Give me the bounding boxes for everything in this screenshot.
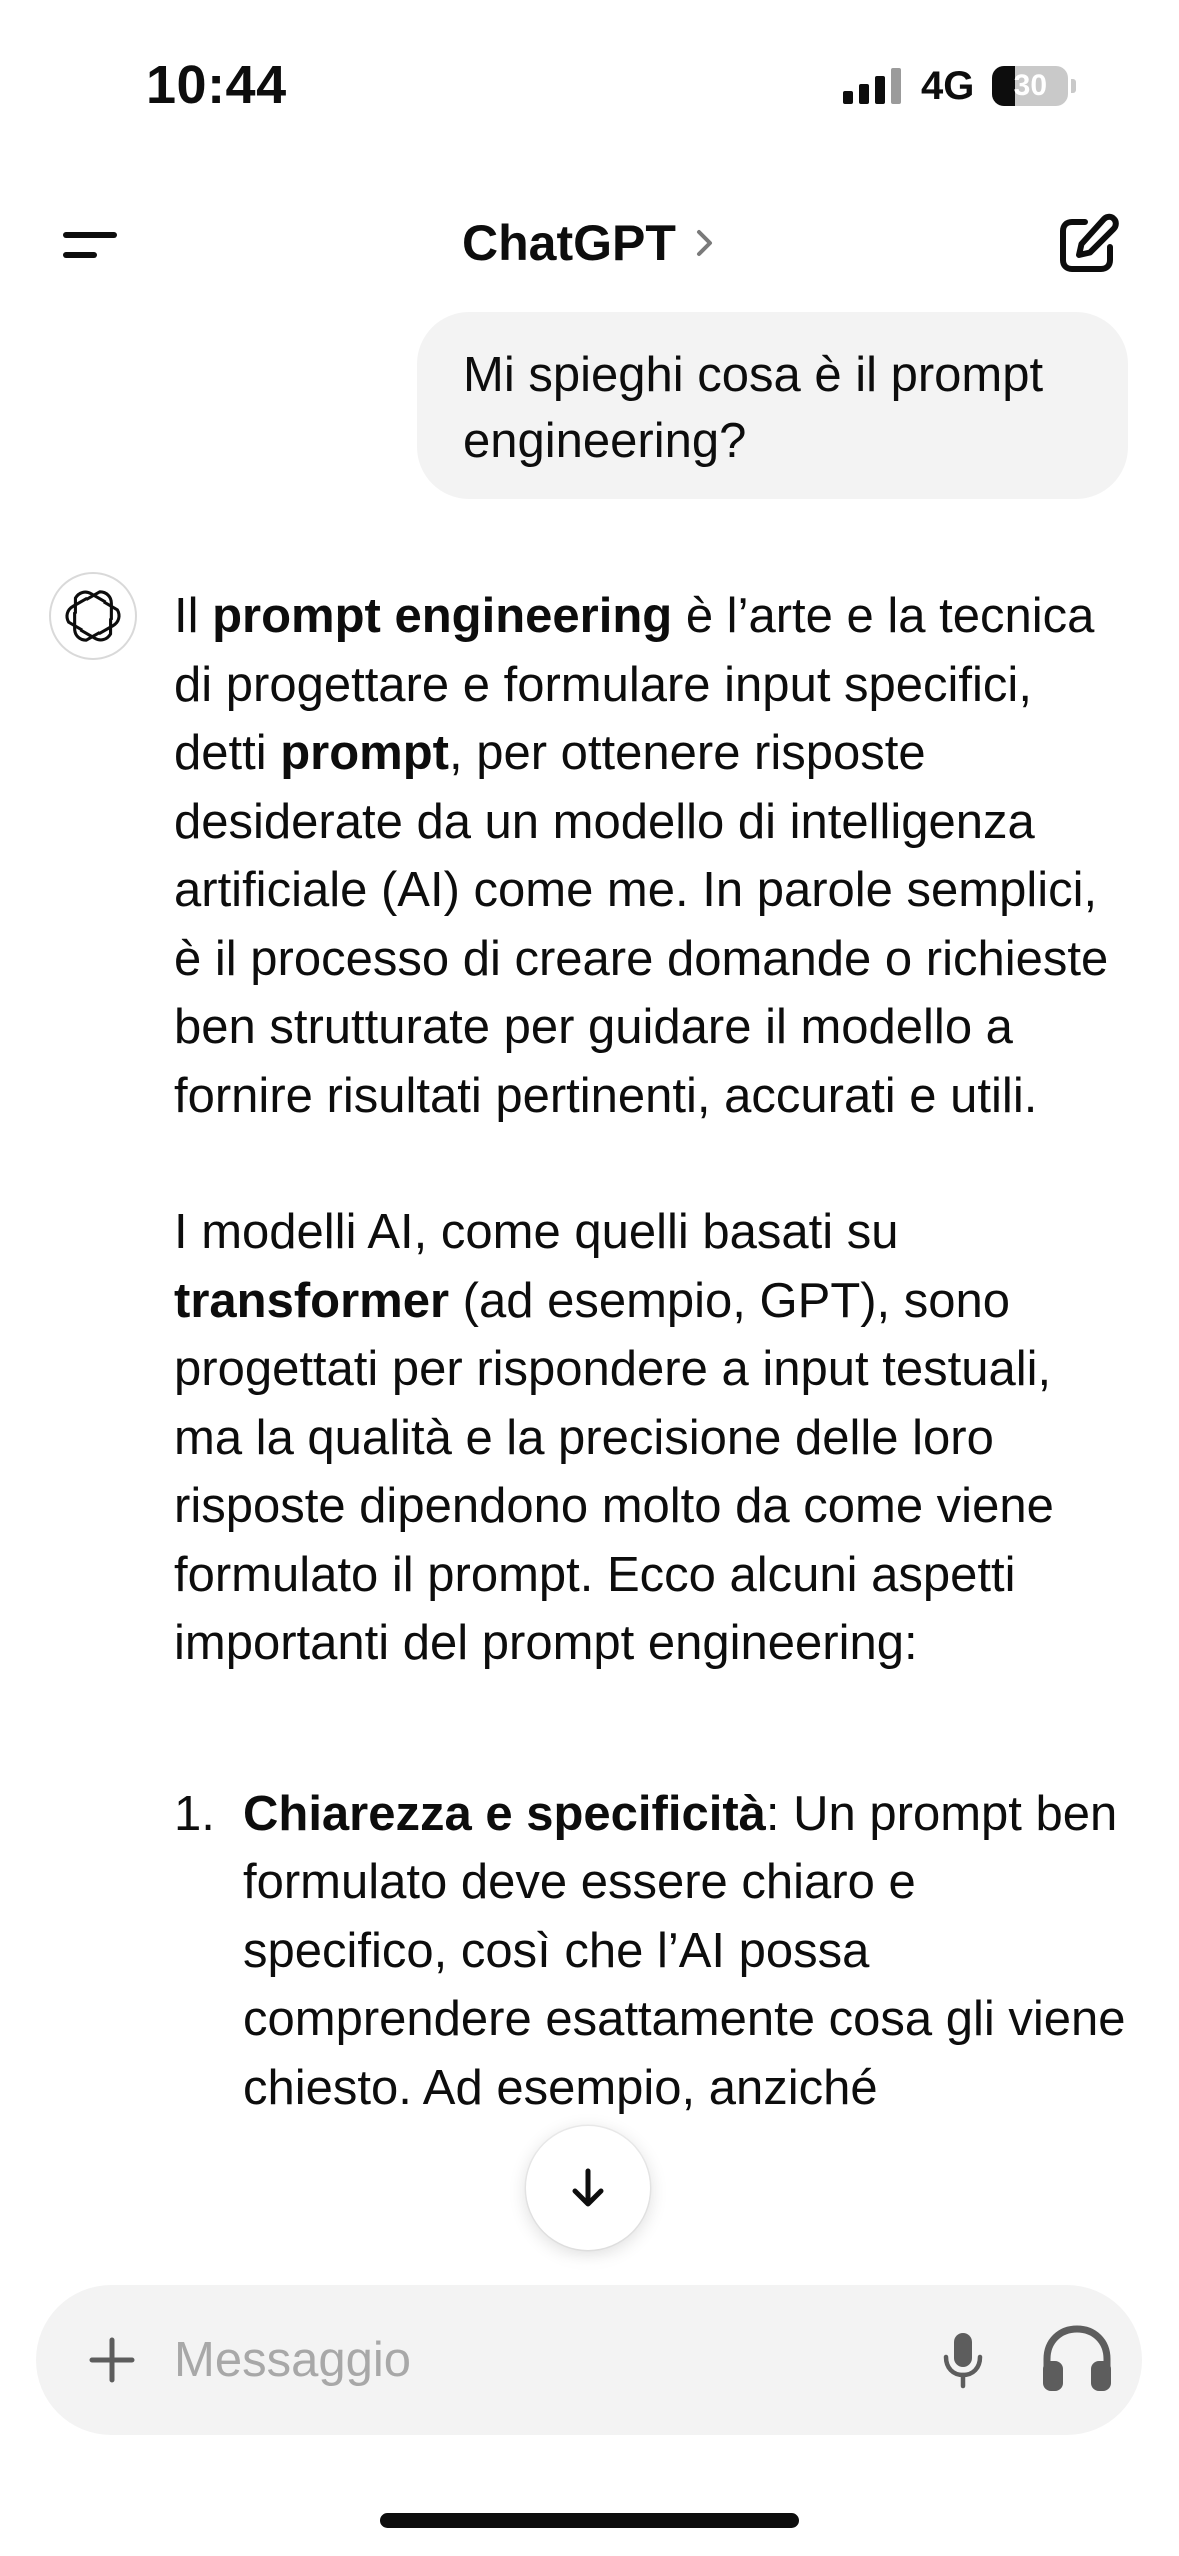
plus-icon: [89, 2337, 135, 2383]
conversation: Mi spieghi cosa è il prompt engineering?…: [0, 300, 1179, 2275]
sidebar-menu-button[interactable]: [55, 214, 125, 274]
battery-tip: [1071, 79, 1077, 93]
assistant-message: Il prompt engineering è l’arte e la tecn…: [174, 582, 1129, 2122]
chatgpt-screen: 10:44 4G 30 ChatGPT Mi spieghi cosa è il…: [0, 0, 1179, 2556]
message-input[interactable]: [174, 2325, 934, 2395]
status-indicators: 4G 30: [843, 63, 1077, 108]
scroll-to-bottom-button[interactable]: [526, 2126, 650, 2250]
voice-mode-button[interactable]: [1033, 2315, 1121, 2403]
chevron-right-icon: [696, 230, 712, 256]
status-time: 10:44: [146, 55, 287, 115]
page-title: ChatGPT: [462, 215, 676, 271]
arrow-down-icon: [572, 2168, 604, 2207]
user-message-bubble[interactable]: Mi spieghi cosa è il prompt engineering?: [417, 312, 1128, 499]
assistant-paragraph-1: Il prompt engineering è l’arte e la tecn…: [174, 589, 1109, 1123]
assistant-avatar: [49, 572, 137, 660]
user-message-text: Mi spieghi cosa è il prompt engineering?: [463, 348, 1044, 468]
microphone-icon: [943, 2333, 983, 2389]
list-item-number: 1.: [174, 1786, 215, 1841]
battery-icon: 30: [992, 66, 1069, 106]
list-item-heading: Chiarezza e specificità: [243, 1786, 766, 1841]
list-item: 1. Chiarezza e specificità: Un prompt ben…: [174, 1780, 1129, 2123]
battery-level: 30: [1013, 69, 1048, 102]
dictation-button[interactable]: [926, 2323, 1000, 2397]
compose-icon: [1060, 213, 1119, 272]
status-bar: 10:44 4G 30: [0, 0, 1179, 175]
cellular-signal-icon: [843, 68, 901, 104]
headphones-icon: [1043, 2325, 1111, 2391]
model-selector-button[interactable]: ChatGPT: [462, 208, 720, 278]
app-header: ChatGPT: [0, 190, 1179, 300]
openai-logo-icon: [65, 590, 121, 642]
message-composer: [0, 2255, 1179, 2435]
network-type: 4G: [921, 63, 975, 108]
menu-icon: [63, 232, 117, 238]
assistant-paragraph-2: I modelli AI, come quelli basati su tran…: [174, 1205, 1054, 1670]
attach-button[interactable]: [80, 2328, 144, 2392]
new-chat-button[interactable]: [1052, 210, 1122, 280]
home-indicator[interactable]: [380, 2513, 799, 2528]
assistant-list: 1. Chiarezza e specificità: Un prompt ben…: [174, 1780, 1129, 2123]
